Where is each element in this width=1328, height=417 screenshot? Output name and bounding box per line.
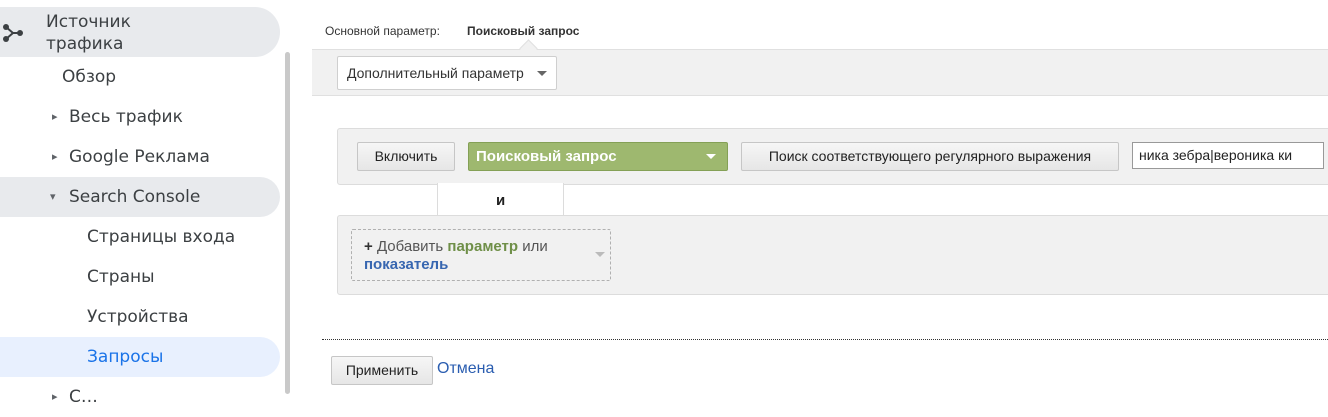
chevron-down-icon <box>537 71 547 76</box>
add-or-text: или <box>522 238 548 255</box>
sidebar-item-label: Устройства <box>87 307 189 327</box>
and-label: и <box>496 192 506 209</box>
sidebar-item-overview[interactable]: Обзор <box>0 57 280 97</box>
regex-input[interactable]: ника зебра|вероника ки <box>1132 142 1324 169</box>
sidebar-item-search-console[interactable]: ▾ Search Console <box>0 177 280 217</box>
filter-condition-row: Включить Поисковый запрос Поиск соответс… <box>337 128 1328 185</box>
add-metric-text: показатель <box>364 256 449 273</box>
caret-right-icon: ▸ <box>52 110 58 123</box>
add-dimension-or-metric-button[interactable]: + Добавить параметр или показатель <box>351 229 611 281</box>
sidebar-item-label: Обзор <box>62 67 117 87</box>
sidebar-item-landing-pages[interactable]: Страницы входа <box>0 217 280 257</box>
add-param-text: параметр <box>447 238 519 255</box>
merge-icon <box>3 24 23 42</box>
sidebar-item-google-ads[interactable]: ▸ Google Реклама <box>0 137 280 177</box>
sidebar-item-label: Страны <box>87 267 155 287</box>
caret-down-icon: ▾ <box>50 190 56 203</box>
caret-right-icon: ▸ <box>52 150 58 163</box>
caret-right-icon: ▸ <box>52 390 58 403</box>
secondary-dimension-bar: Дополнительный параметр <box>312 50 1328 96</box>
add-line-2: показатель <box>364 256 448 273</box>
primary-dimension-label: Основной параметр: <box>325 24 440 38</box>
sidebar-parent-label-line1: Источник <box>46 12 131 32</box>
primary-dimension-bar: Основной параметр: Поисковый запрос <box>312 0 1328 58</box>
sidebar-item-label: С… <box>69 387 98 407</box>
and-connector: и <box>437 183 564 216</box>
sidebar-item-traffic-source[interactable]: Источник трафика <box>0 7 280 57</box>
cancel-link[interactable]: Отмена <box>437 360 494 378</box>
chevron-down-icon <box>706 154 716 159</box>
sidebar-item-label: Search Console <box>69 187 201 207</box>
match-type-button[interactable]: Поиск соответствующего регулярного выраж… <box>741 142 1119 171</box>
sidebar-scrollbar[interactable] <box>285 52 290 394</box>
secondary-dimension-dropdown[interactable]: Дополнительный параметр <box>337 56 557 90</box>
sidebar-item-all-traffic[interactable]: ▸ Весь трафик <box>0 97 280 137</box>
apply-button[interactable]: Применить <box>331 356 433 385</box>
chevron-down-icon <box>595 252 605 257</box>
sidebar-item-label: Google Реклама <box>69 147 210 167</box>
add-line-1: + Добавить параметр или <box>364 238 548 255</box>
filter-dimension-dropdown[interactable]: Поисковый запрос <box>468 142 728 171</box>
sidebar: Источник трафика Обзор ▸ Весь трафик ▸ G… <box>0 0 292 407</box>
sidebar-item-label: Весь трафик <box>69 107 183 127</box>
sidebar-item-countries[interactable]: Страны <box>0 257 280 297</box>
plus-icon: + <box>364 238 373 255</box>
filter-dimension-label: Поисковый запрос <box>476 148 617 165</box>
sidebar-item-next[interactable]: ▸ С… <box>0 377 280 417</box>
sidebar-parent-label-line2: трафика <box>46 34 124 54</box>
sidebar-item-devices[interactable]: Устройства <box>0 297 280 337</box>
add-text: Добавить <box>376 238 444 255</box>
report-main: Основной параметр: Поисковый запрос Допо… <box>312 0 1328 394</box>
sidebar-item-label: Страницы входа <box>87 227 236 247</box>
primary-dimension-value[interactable]: Поисковый запрос <box>467 24 579 38</box>
include-button[interactable]: Включить <box>357 142 455 171</box>
divider <box>322 339 1328 340</box>
sidebar-parent-label: Источник трафика <box>46 11 176 55</box>
add-condition-row: + Добавить параметр или показатель <box>337 215 1328 295</box>
secondary-dimension-label: Дополнительный параметр <box>347 65 524 81</box>
sidebar-item-label: Запросы <box>87 347 164 367</box>
sidebar-item-queries[interactable]: Запросы <box>0 337 280 377</box>
